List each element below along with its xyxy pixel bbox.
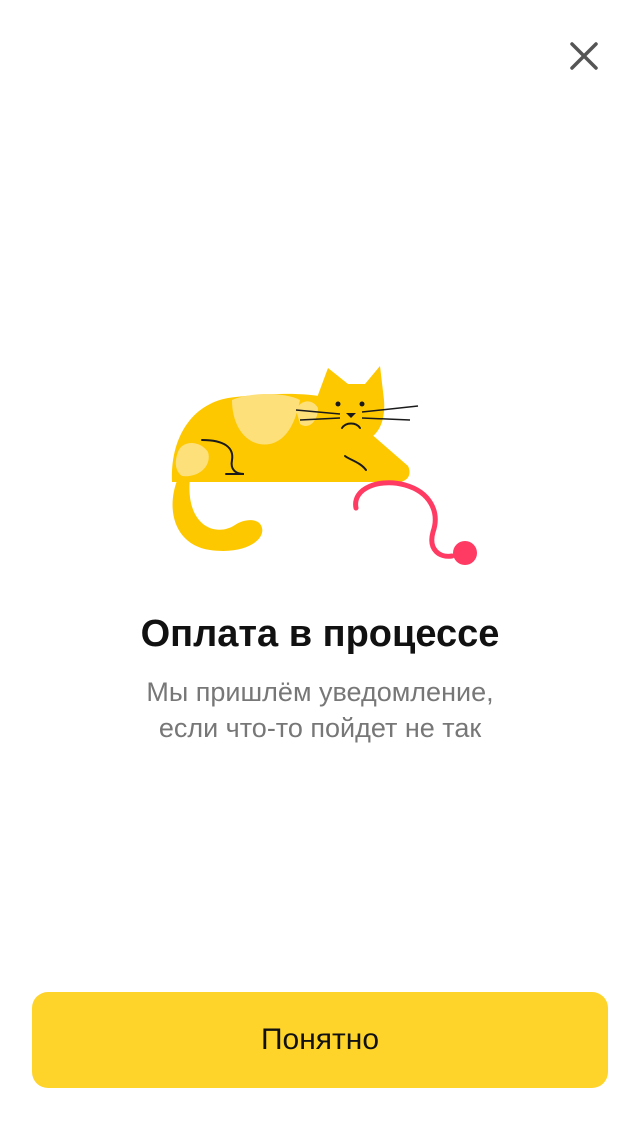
subtitle: Мы пришлём уведомление, если что-то пойд… [0, 674, 640, 746]
cat-illustration [160, 362, 485, 577]
close-icon [570, 42, 598, 70]
understood-button[interactable]: Понятно [32, 992, 608, 1088]
page-title: Оплата в процессе [140, 613, 500, 655]
subtitle-line: Мы пришлём уведомление, [146, 677, 494, 707]
cat-with-yarn-icon [171, 366, 477, 565]
close-button[interactable] [564, 36, 604, 76]
subtitle-line: если что-то пойдет не так [158, 713, 482, 743]
